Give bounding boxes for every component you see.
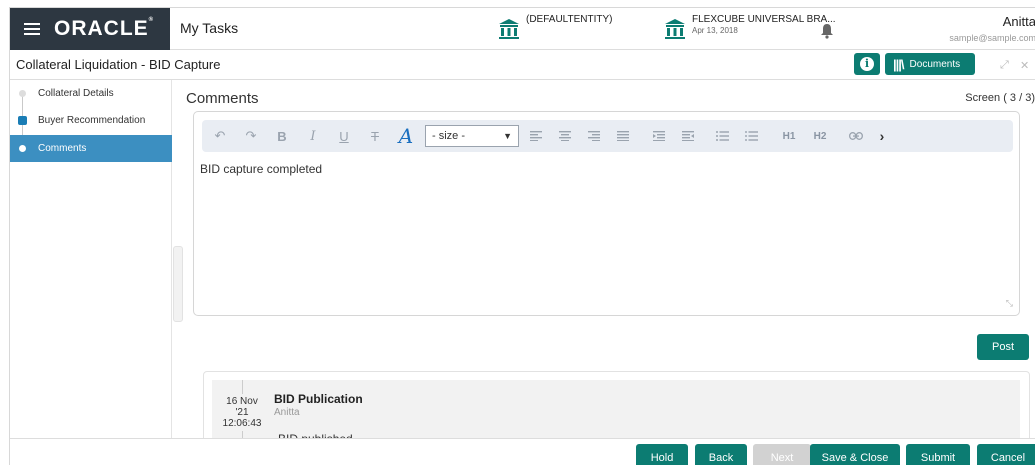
undo-icon[interactable]: ↶ [207, 125, 233, 147]
align-justify-icon[interactable] [612, 125, 634, 147]
bank-icon [665, 19, 685, 39]
entity-selector[interactable]: (DEFAULTENTITY) [498, 14, 612, 40]
info-icon: i [860, 57, 874, 71]
font-size-value: - size - [432, 130, 465, 142]
info-button[interactable]: i [854, 53, 880, 75]
editor-toolbar: ↶ ↷ B I U T A - size - ▼ H1 H2 › [202, 120, 1013, 152]
bulleted-list-icon[interactable] [711, 125, 733, 147]
user-name: Anitta [1002, 14, 1035, 29]
save-close-button[interactable]: Save & Close [810, 444, 900, 465]
top-header: ORACLE® My Tasks (DEFAULTENTITY) FLEXCUB… [10, 8, 1035, 50]
heading1-button[interactable]: H1 [776, 125, 802, 147]
hamburger-menu-icon[interactable] [24, 20, 40, 38]
close-icon[interactable]: ✕ [1020, 59, 1029, 72]
post-button[interactable]: Post [977, 334, 1029, 360]
step-dot-icon [19, 145, 26, 152]
nav-item-buyer-recommendation[interactable]: Buyer Recommendation [10, 107, 172, 134]
comment-input[interactable]: BID capture completed [200, 162, 322, 176]
next-button[interactable]: Next [753, 444, 811, 465]
user-email: sample@sample.com [949, 33, 1035, 43]
app-title: My Tasks [180, 20, 239, 36]
align-right-icon[interactable] [583, 125, 605, 147]
font-size-select[interactable]: - size - ▼ [425, 125, 519, 147]
redo-icon[interactable]: ↷ [238, 125, 264, 147]
documents-label: Documents [909, 58, 961, 70]
branch-name: FLEXCUBE UNIVERSAL BRA... [692, 14, 836, 25]
align-left-icon[interactable] [525, 125, 547, 147]
bank-icon [499, 19, 519, 39]
step-complete-icon [18, 116, 27, 125]
indent-icon[interactable] [677, 125, 699, 147]
comment-date-day: 16 Nov [226, 396, 258, 407]
nav-item-collateral-details[interactable]: Collateral Details [10, 80, 172, 107]
oracle-logo: ORACLE® [54, 17, 155, 40]
documents-button[interactable]: |||\ Documents [885, 53, 975, 75]
resize-handle-icon[interactable]: ⤡ [1006, 298, 1013, 309]
library-icon: |||\ [893, 56, 904, 72]
step-navigation: Collateral Details Buyer Recommendation … [10, 80, 172, 465]
bold-button[interactable]: B [269, 125, 295, 147]
comment-time: 12:06:43 [222, 418, 262, 429]
comment-author: Anitta [274, 407, 300, 418]
hold-button[interactable]: Hold [636, 444, 688, 465]
italic-button[interactable]: I [300, 125, 326, 147]
nav-item-label: Collateral Details [38, 88, 114, 99]
app-frame: ORACLE® My Tasks (DEFAULTENTITY) FLEXCUB… [9, 7, 1035, 465]
panel-splitter[interactable] [173, 246, 183, 322]
nav-item-label: Comments [38, 143, 87, 154]
font-color-button[interactable]: A [393, 124, 419, 148]
comment-stage-title: BID Publication [274, 392, 363, 406]
comment-date-year: '21 [235, 407, 249, 418]
branch-selector[interactable]: FLEXCUBE UNIVERSAL BRA... Apr 13, 2018 [664, 14, 836, 40]
screen-header: Collateral Liquidation - BID Capture i |… [10, 50, 1035, 80]
expand-icon[interactable]: ⤢ [1000, 59, 1009, 72]
nav-item-comments[interactable]: Comments [10, 135, 172, 162]
brand-bar: ORACLE® [10, 8, 170, 50]
heading2-button[interactable]: H2 [807, 125, 833, 147]
numbered-list-icon[interactable] [740, 125, 762, 147]
branch-date: Apr 13, 2018 [692, 26, 738, 35]
nav-item-label: Buyer Recommendation [38, 115, 146, 126]
step-dot-icon [19, 90, 26, 97]
outdent-icon[interactable] [648, 125, 670, 147]
section-title: Comments [186, 90, 259, 107]
screen-title: Collateral Liquidation - BID Capture [16, 57, 221, 72]
underline-button[interactable]: U [331, 125, 357, 147]
entity-label: (DEFAULTENTITY) [526, 14, 613, 25]
align-center-icon[interactable] [554, 125, 576, 147]
back-button[interactable]: Back [695, 444, 747, 465]
rich-text-editor: ↶ ↷ B I U T A - size - ▼ H1 H2 › BID cap… [193, 111, 1020, 316]
link-icon[interactable] [843, 125, 869, 147]
screen-counter: Screen ( 3 / 3) [965, 92, 1035, 104]
submit-button[interactable]: Submit [906, 444, 970, 465]
cancel-button[interactable]: Cancel [977, 444, 1035, 465]
chevron-down-icon: ▼ [503, 131, 512, 141]
chevron-right-icon[interactable]: › [869, 125, 895, 147]
comment-timestamp: 16 Nov '21 12:06:43 [214, 394, 270, 431]
action-footer: Hold Back Next Save & Close Submit Cance… [10, 438, 1035, 465]
strikethrough-button[interactable]: T [362, 125, 388, 147]
bell-icon[interactable] [820, 23, 834, 39]
user-menu[interactable]: Anitta sample@sample.com [949, 14, 1035, 43]
